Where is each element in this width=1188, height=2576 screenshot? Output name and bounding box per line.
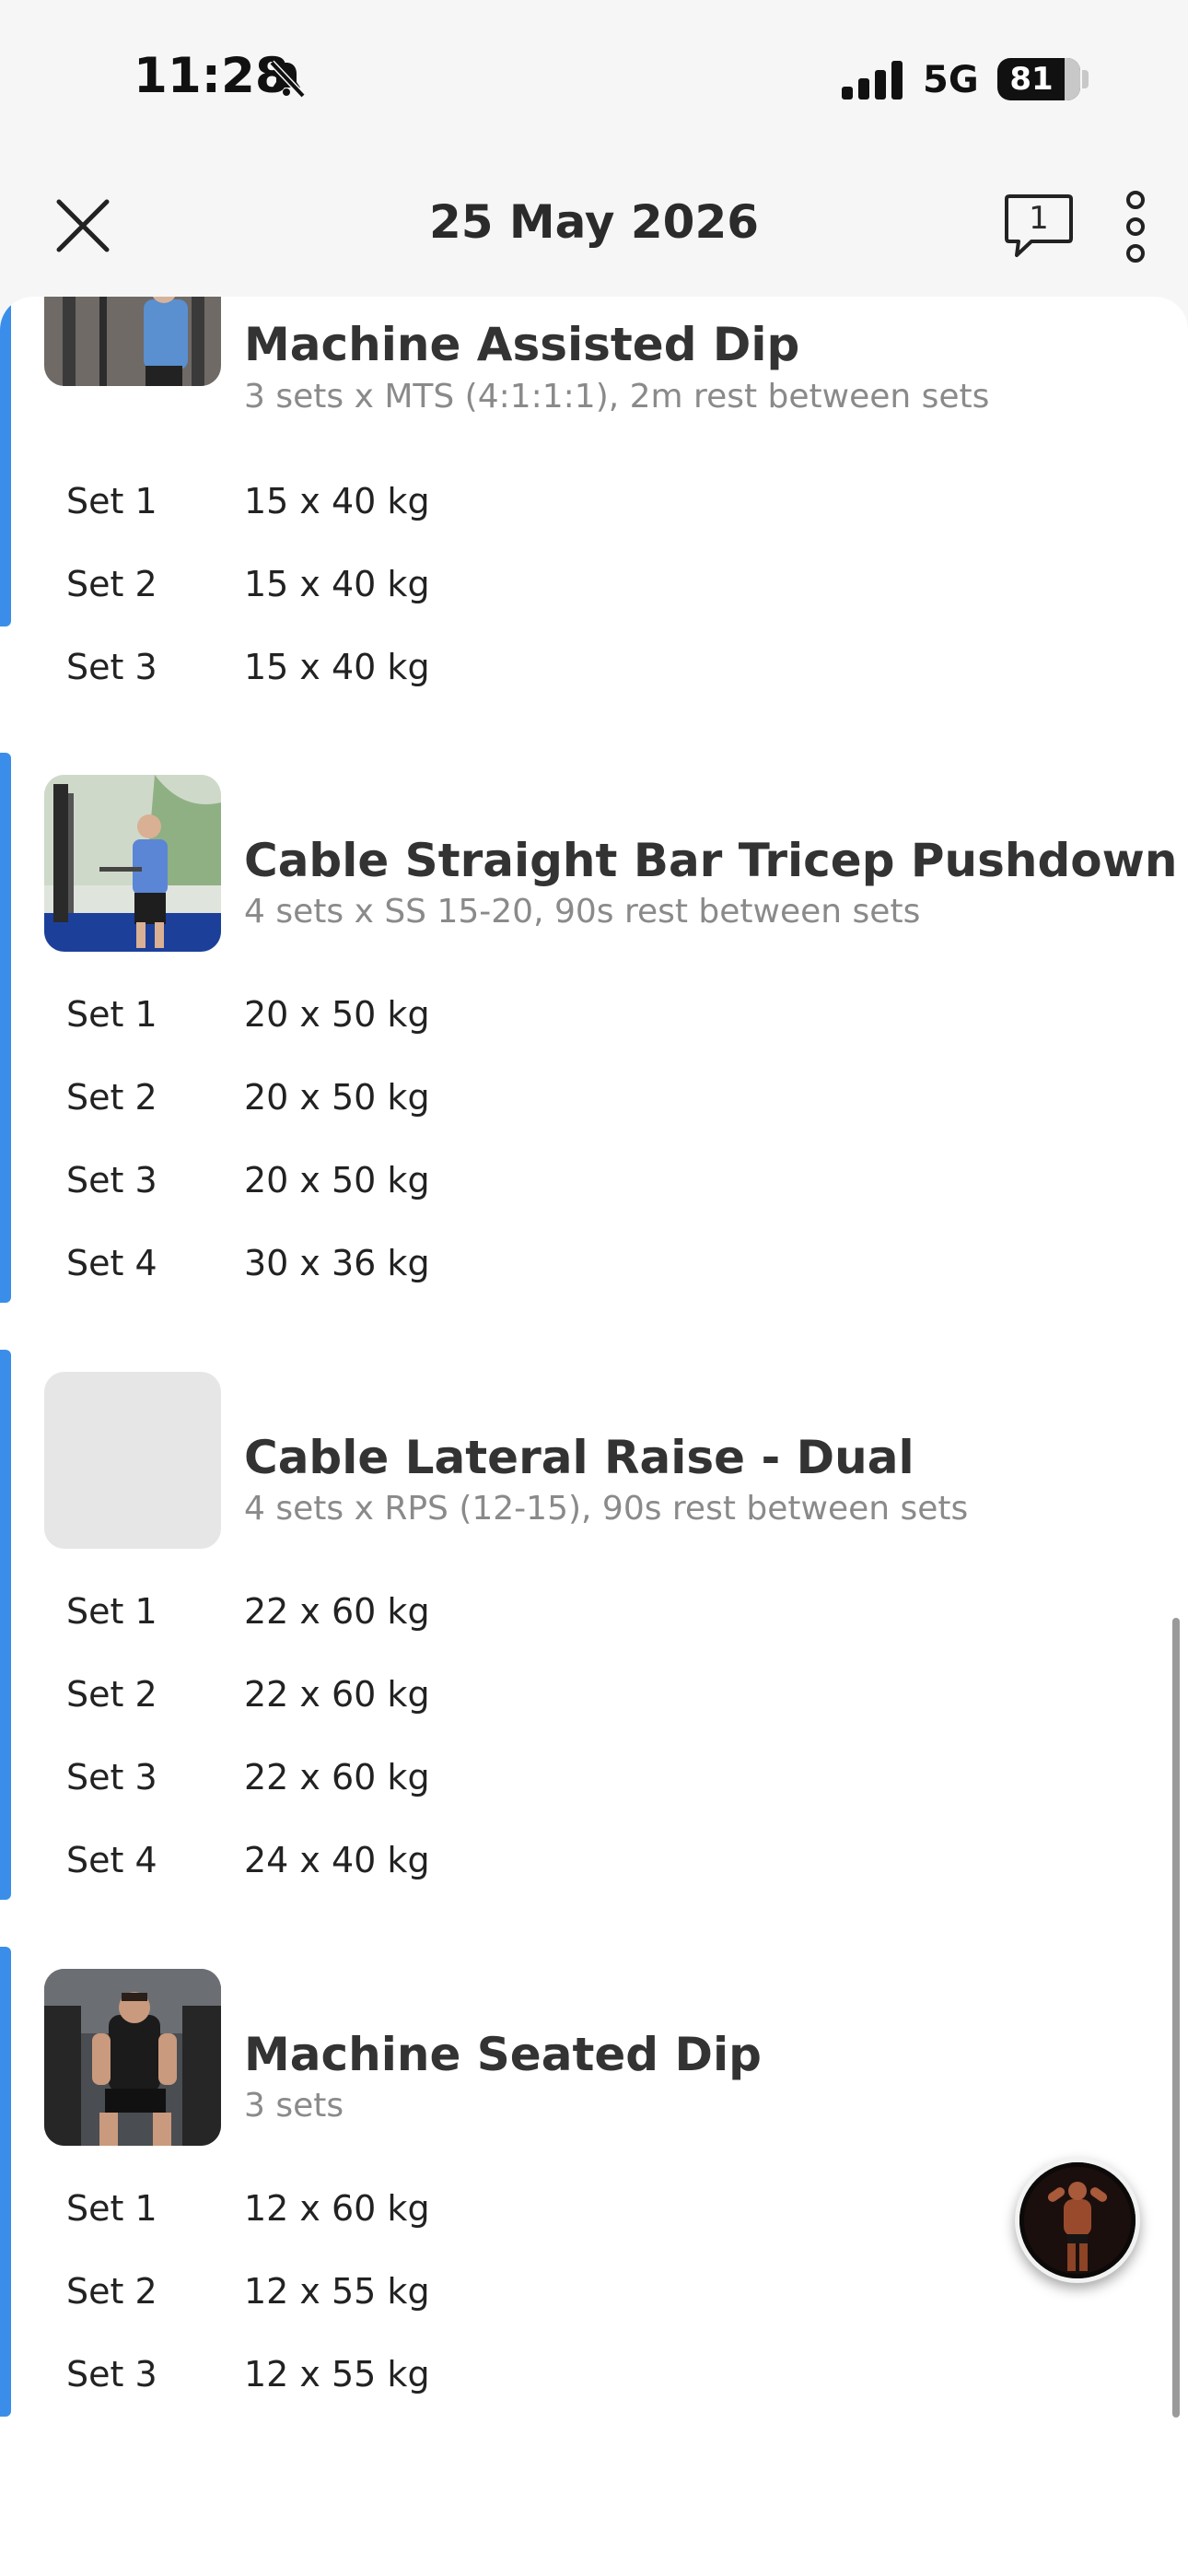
set-value: 20 x 50 kg <box>244 1077 430 1118</box>
exercise-name[interactable]: Cable Lateral Raise - Dual <box>244 1431 914 1484</box>
workout-list[interactable]: Machine Assisted Dip 3 sets x MTS (4:1:1… <box>0 297 1188 2576</box>
exercise-accent-bar <box>0 1947 11 2417</box>
exercise-thumbnail[interactable] <box>44 297 221 386</box>
exercise-thumbnail-image <box>44 775 221 952</box>
set-row[interactable]: Set 3 12 x 55 kg <box>0 2354 1188 2409</box>
comment-count: 1 <box>1029 200 1049 237</box>
exercise-thumbnail[interactable] <box>44 775 221 952</box>
set-label: Set 1 <box>66 481 157 521</box>
set-row[interactable]: Set 1 15 x 40 kg <box>0 481 1188 536</box>
set-row[interactable]: Set 2 15 x 40 kg <box>0 564 1188 619</box>
set-value: 12 x 60 kg <box>244 2188 430 2229</box>
status-bar: 11:28 5G 81 <box>0 0 1188 161</box>
set-value: 15 x 40 kg <box>244 564 430 604</box>
set-row[interactable]: Set 2 22 x 60 kg <box>0 1674 1188 1729</box>
exercise-card[interactable]: Cable Lateral Raise - Dual 4 sets x RPS … <box>0 1350 1188 1903</box>
set-label: Set 1 <box>66 2188 157 2229</box>
set-row[interactable]: Set 3 20 x 50 kg <box>0 1160 1188 1215</box>
exercise-description: 4 sets x SS 15-20, 90s rest between sets <box>244 893 921 931</box>
set-row[interactable]: Set 3 22 x 60 kg <box>0 1757 1188 1812</box>
set-row[interactable]: Set 4 24 x 40 kg <box>0 1840 1188 1895</box>
set-value: 15 x 40 kg <box>244 481 430 521</box>
set-row[interactable]: Set 2 20 x 50 kg <box>0 1077 1188 1132</box>
bell-slash-icon <box>269 60 306 99</box>
set-label: Set 4 <box>66 1840 157 1880</box>
exercise-thumbnail-image <box>44 297 221 386</box>
exercise-thumbnail-placeholder[interactable] <box>44 1372 221 1549</box>
set-value: 22 x 60 kg <box>244 1591 430 1632</box>
exercise-thumbnail[interactable] <box>44 1969 221 2146</box>
set-label: Set 2 <box>66 564 157 604</box>
set-label: Set 1 <box>66 1591 157 1632</box>
scrollbar[interactable] <box>1172 1618 1180 2418</box>
set-label: Set 4 <box>66 1243 157 1283</box>
battery-icon: 81 <box>997 58 1080 100</box>
set-label: Set 2 <box>66 1077 157 1118</box>
set-row[interactable]: Set 1 22 x 60 kg <box>0 1591 1188 1646</box>
more-options-icon[interactable] <box>1118 189 1153 264</box>
exercise-description: 3 sets x MTS (4:1:1:1), 2m rest between … <box>244 378 990 416</box>
set-label: Set 3 <box>66 647 157 687</box>
avatar <box>1019 2162 1136 2278</box>
cellular-signal-icon <box>842 61 903 100</box>
set-value: 24 x 40 kg <box>244 1840 430 1880</box>
set-label: Set 3 <box>66 2354 157 2395</box>
exercise-card[interactable]: Machine Seated Dip 3 sets Set 1 12 x 60 … <box>0 1947 1188 2463</box>
set-row[interactable]: Set 1 20 x 50 kg <box>0 994 1188 1049</box>
set-value: 12 x 55 kg <box>244 2271 430 2312</box>
set-label: Set 3 <box>66 1757 157 1797</box>
set-value: 22 x 60 kg <box>244 1757 430 1797</box>
coach-avatar-button[interactable] <box>1015 2158 1140 2283</box>
set-value: 15 x 40 kg <box>244 647 430 687</box>
exercise-card[interactable]: Machine Assisted Dip 3 sets x MTS (4:1:1… <box>0 297 1188 716</box>
set-value: 20 x 50 kg <box>244 1160 430 1200</box>
set-label: Set 2 <box>66 1674 157 1715</box>
set-label: Set 3 <box>66 1160 157 1200</box>
exercise-description: 4 sets x RPS (12-15), 90s rest between s… <box>244 1490 969 1528</box>
set-row[interactable]: Set 4 30 x 36 kg <box>0 1243 1188 1298</box>
set-label: Set 1 <box>66 994 157 1035</box>
set-value: 12 x 55 kg <box>244 2354 430 2395</box>
exercise-card[interactable]: Cable Straight Bar Tricep Pushdown 4 set… <box>0 753 1188 1306</box>
exercise-thumbnail-image <box>44 1969 221 2146</box>
exercise-name[interactable]: Machine Assisted Dip <box>244 318 799 371</box>
set-row[interactable]: Set 2 12 x 55 kg <box>0 2271 1188 2326</box>
set-row[interactable]: Set 1 12 x 60 kg <box>0 2188 1188 2243</box>
set-label: Set 2 <box>66 2271 157 2312</box>
exercise-name[interactable]: Cable Straight Bar Tricep Pushdown <box>244 834 1177 887</box>
set-row[interactable]: Set 3 15 x 40 kg <box>0 647 1188 702</box>
battery-empty <box>1064 58 1080 100</box>
exercise-description: 3 sets <box>244 2087 344 2125</box>
set-value: 30 x 36 kg <box>244 1243 430 1283</box>
exercise-name[interactable]: Machine Seated Dip <box>244 2028 762 2081</box>
network-type: 5G <box>923 59 979 101</box>
set-value: 22 x 60 kg <box>244 1674 430 1715</box>
battery-tip <box>1082 70 1089 88</box>
battery-percent: 81 <box>1009 61 1054 98</box>
set-value: 20 x 50 kg <box>244 994 430 1035</box>
